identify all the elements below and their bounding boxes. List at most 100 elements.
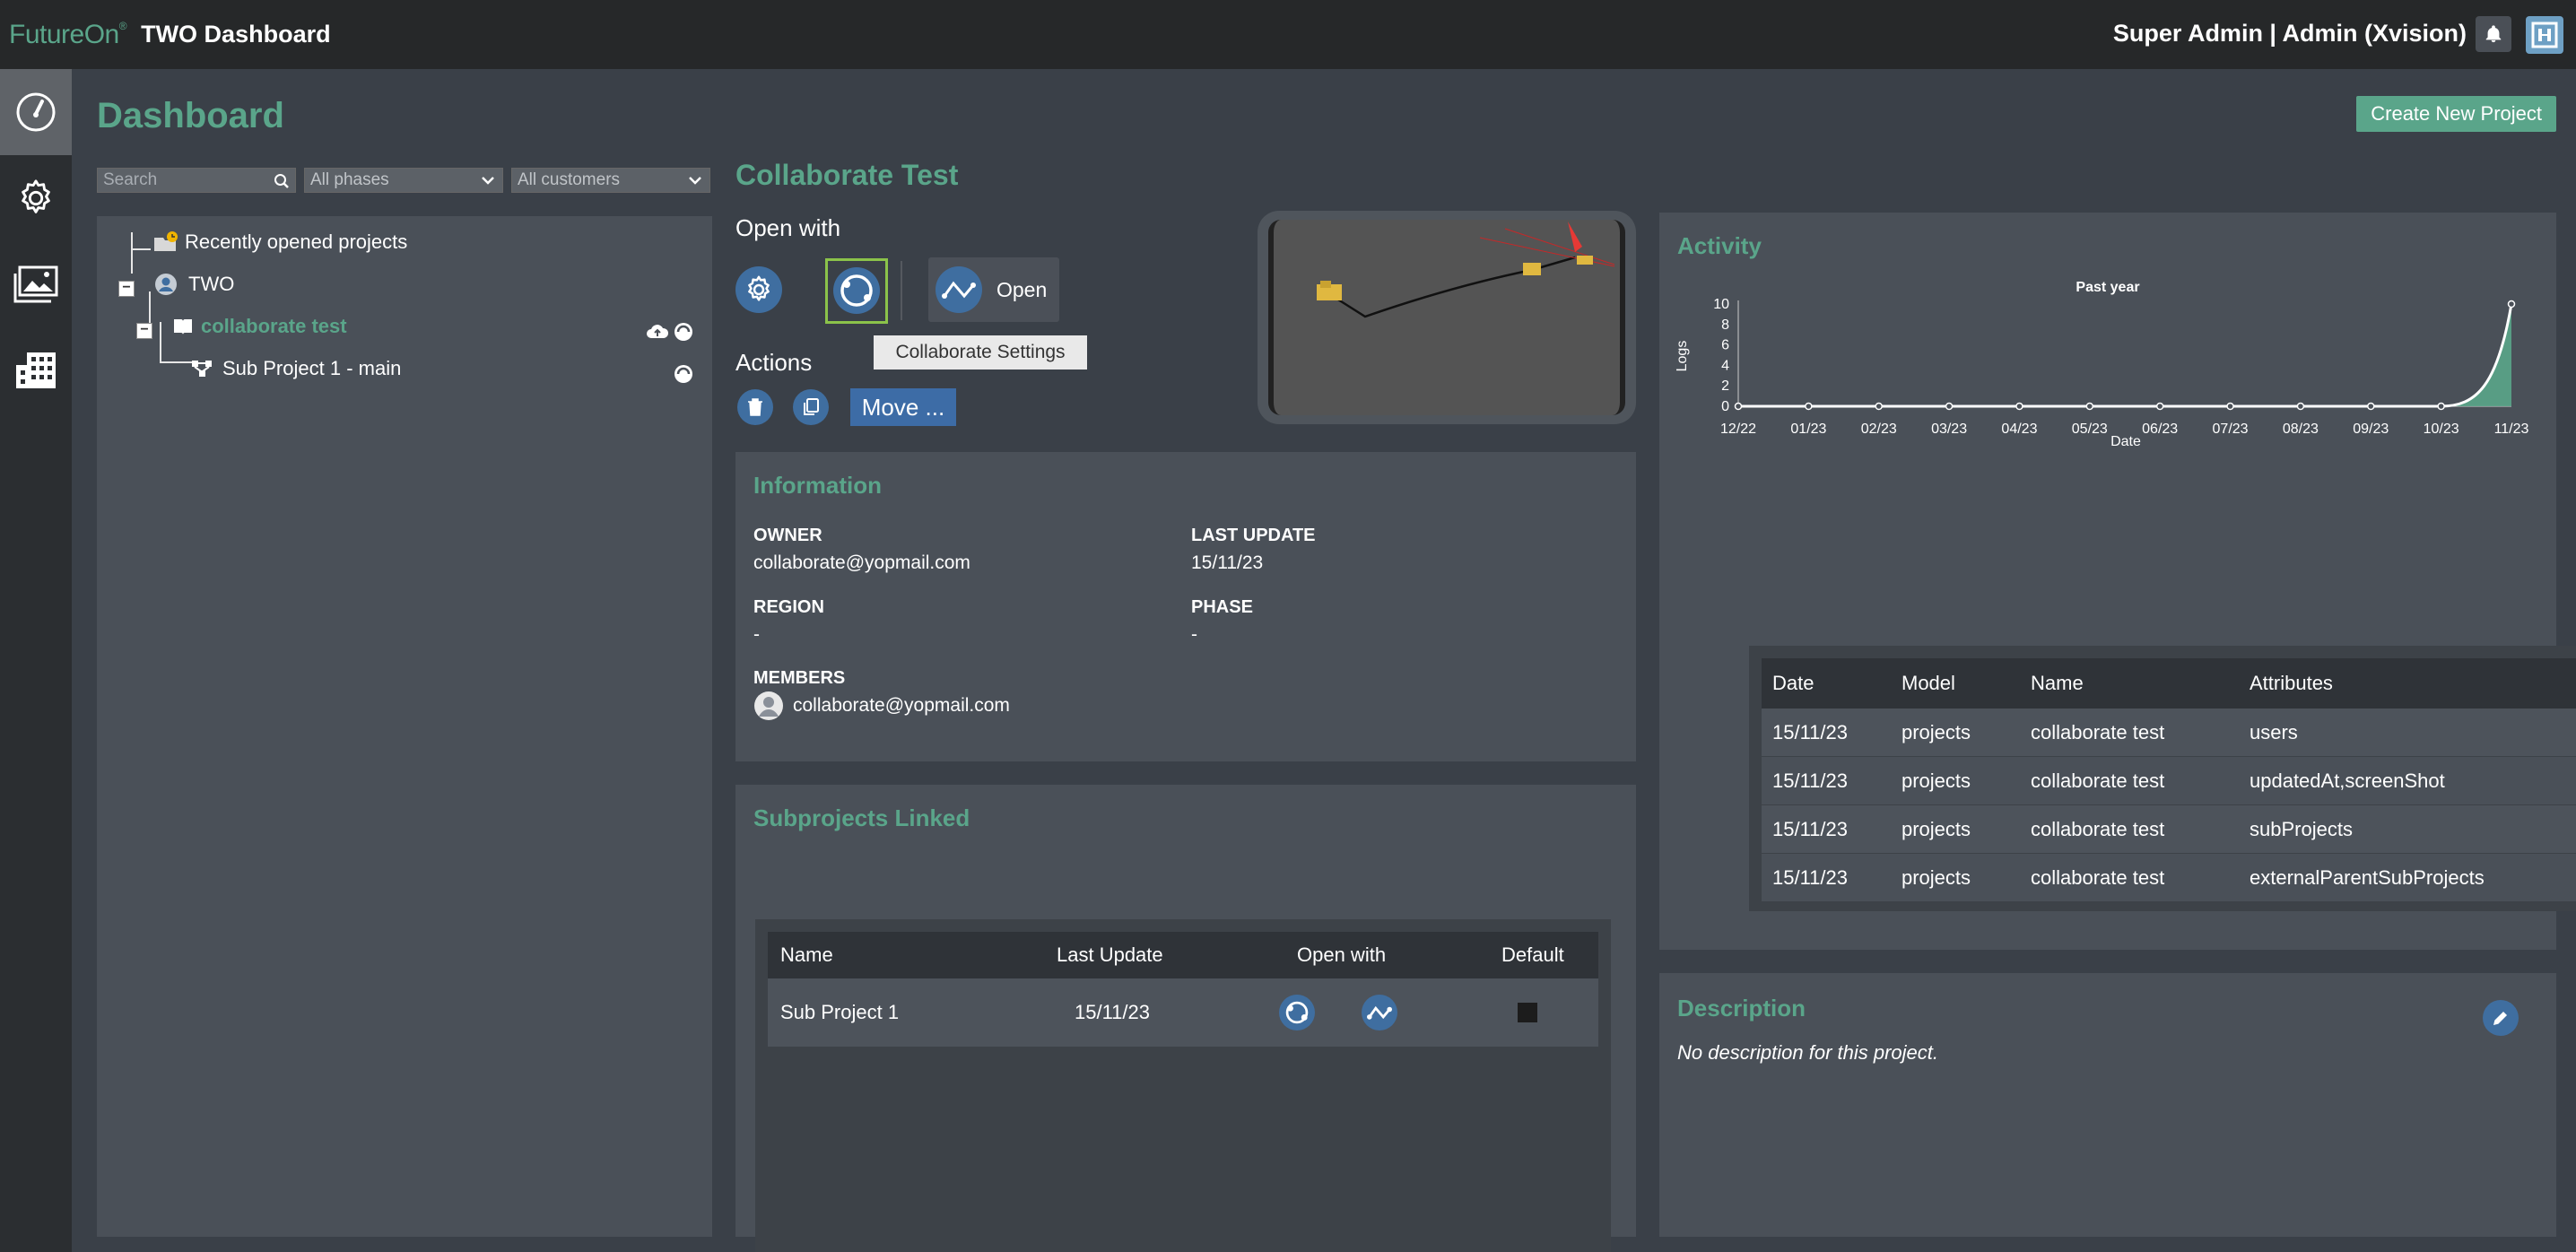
subprojects-table: Name Last Update Open with Default Sub P… xyxy=(755,919,1611,1252)
chart-point xyxy=(1734,402,1743,411)
create-new-project-button[interactable]: Create New Project xyxy=(2356,96,2556,132)
column-header: Name xyxy=(780,943,833,966)
user-avatar[interactable] xyxy=(2526,16,2563,54)
cell-name: collaborate test xyxy=(2031,865,2165,889)
sidebar-item-companies[interactable] xyxy=(0,327,72,413)
table-row[interactable]: 15/11/23 projects collaborate test updat… xyxy=(1762,757,2576,805)
activity-chart: Past year Logs Date 0 2 4 6 8 10 12/22 01/23 02/23 0… xyxy=(1675,280,2529,446)
notifications-button[interactable] xyxy=(2476,16,2511,52)
activity-table: Date Model Name Attributes 15/11/23 proj… xyxy=(1749,646,2576,911)
x-tick-label: 05/23 xyxy=(2072,422,2108,437)
phase-value: - xyxy=(1191,624,1197,645)
cell-attributes: users xyxy=(2250,720,2298,743)
cell-name: collaborate test xyxy=(2031,817,2165,840)
collaborate-icon[interactable] xyxy=(673,321,694,343)
y-tick-label: 10 xyxy=(1713,297,1729,312)
project-thumbnail[interactable] xyxy=(1258,211,1636,424)
chart-area xyxy=(1738,304,2511,406)
book-icon xyxy=(174,319,192,335)
cell-model: projects xyxy=(1902,769,1971,792)
x-tick-label: 11/23 xyxy=(2494,422,2529,437)
description-panel: Description No description for this proj… xyxy=(1659,973,2556,1237)
sidebar-item-gallery[interactable] xyxy=(0,241,72,327)
trash-icon xyxy=(748,398,762,416)
collaborate-icon xyxy=(1285,1001,1309,1024)
column-header: Default xyxy=(1501,943,1564,966)
subprojects-title: Subprojects Linked xyxy=(753,804,970,831)
x-tick-label: 12/22 xyxy=(1720,422,1756,437)
cloud-upload-icon[interactable] xyxy=(646,322,669,342)
region-label: REGION xyxy=(753,597,824,617)
sidebar-item-dashboard[interactable] xyxy=(0,69,72,155)
chart-point xyxy=(1805,402,1813,411)
description-text: No description for this project. xyxy=(1677,1041,1939,1064)
table-row[interactable]: 15/11/23 projects collaborate test exter… xyxy=(1762,854,2576,902)
chart-point xyxy=(2085,402,2094,411)
avatar-icon xyxy=(2531,22,2558,48)
actions-label: Actions xyxy=(735,349,813,376)
table-row[interactable]: Sub Project 1 15/11/23 xyxy=(768,978,1598,1047)
collaborate-icon[interactable] xyxy=(673,363,694,385)
collaborate-settings-button[interactable] xyxy=(833,267,880,314)
chevron-down-icon xyxy=(689,177,701,185)
default-checkbox[interactable] xyxy=(1518,1003,1537,1022)
duplicate-button[interactable] xyxy=(793,389,829,425)
region-value: - xyxy=(753,624,760,645)
cell-attributes: updatedAt,screenShot xyxy=(2250,769,2445,792)
tree-item-project[interactable]: collaborate test xyxy=(172,315,347,338)
x-tick-label: 10/23 xyxy=(2424,422,2459,437)
column-header: Open with xyxy=(1297,943,1387,966)
sidebar-item-settings[interactable] xyxy=(0,155,72,241)
delete-button[interactable] xyxy=(737,389,773,425)
tree-item-company[interactable]: TWO xyxy=(154,273,234,296)
cell-name: collaborate test xyxy=(2031,720,2165,743)
image-icon xyxy=(13,265,58,303)
owner-label: OWNER xyxy=(753,526,822,545)
open-with-label: Open with xyxy=(735,214,841,241)
table-row[interactable]: 15/11/23 projects collaborate test users xyxy=(1762,709,2576,757)
y-tick-label: 6 xyxy=(1721,338,1729,353)
gear-icon xyxy=(22,179,50,213)
collaborate-icon xyxy=(840,274,873,307)
cell-date: 15/11/23 xyxy=(1772,865,1849,889)
open-app-button[interactable] xyxy=(1362,995,1397,1030)
brand-logo[interactable]: FutureOn® xyxy=(9,20,127,50)
top-bar: FutureOn® TWO Dashboard Super Admin | Ad… xyxy=(0,0,2576,69)
sidebar xyxy=(0,69,72,1252)
table-row[interactable]: 15/11/23 projects collaborate test subPr… xyxy=(1762,805,2576,854)
tree-item-subproject[interactable]: Sub Project 1 - main xyxy=(190,357,401,380)
open-button[interactable]: Open xyxy=(928,257,1059,322)
search-placeholder: Search xyxy=(103,170,158,189)
user-circle-icon xyxy=(155,274,177,295)
tree-collapse-toggle[interactable]: − xyxy=(136,323,152,339)
search-input[interactable]: Search xyxy=(97,168,296,193)
cell-model: projects xyxy=(1902,817,1971,840)
edit-description-button[interactable] xyxy=(2483,1000,2519,1036)
activity-title: Activity xyxy=(1677,232,1762,259)
member-email: collaborate@yopmail.com xyxy=(793,695,1010,716)
cell-attributes: subProjects xyxy=(2250,817,2353,840)
chart-point xyxy=(1875,402,1883,411)
chevron-down-icon xyxy=(482,177,494,185)
customer-select[interactable]: All customers xyxy=(511,168,710,193)
tree-item-recent[interactable]: Recently opened projects xyxy=(152,230,407,254)
open-app-icon-wrap xyxy=(936,266,982,313)
gear-icon xyxy=(748,275,770,301)
collaborate-button[interactable] xyxy=(1279,995,1315,1030)
last-update-value: 15/11/23 xyxy=(1191,552,1264,573)
user-name[interactable]: Super Admin | Admin (Xvision) xyxy=(2113,20,2467,48)
tree-collapse-toggle[interactable]: − xyxy=(118,281,135,297)
cell-model: projects xyxy=(1902,720,1971,743)
subproject-icon xyxy=(192,361,212,377)
cell-date: 15/11/23 xyxy=(1772,769,1849,792)
move-button[interactable]: Move ... xyxy=(850,388,956,426)
y-tick-label: 2 xyxy=(1721,378,1729,394)
project-settings-button[interactable] xyxy=(735,266,782,313)
thumbnail-image xyxy=(1268,220,1625,415)
column-header: Name xyxy=(2031,672,2084,694)
x-tick-label: 01/23 xyxy=(1790,422,1826,437)
chart-point xyxy=(1945,402,1954,411)
owner-value: collaborate@yopmail.com xyxy=(753,552,970,573)
cell-date: 15/11/23 xyxy=(1772,817,1849,840)
phase-select[interactable]: All phases xyxy=(304,168,503,193)
